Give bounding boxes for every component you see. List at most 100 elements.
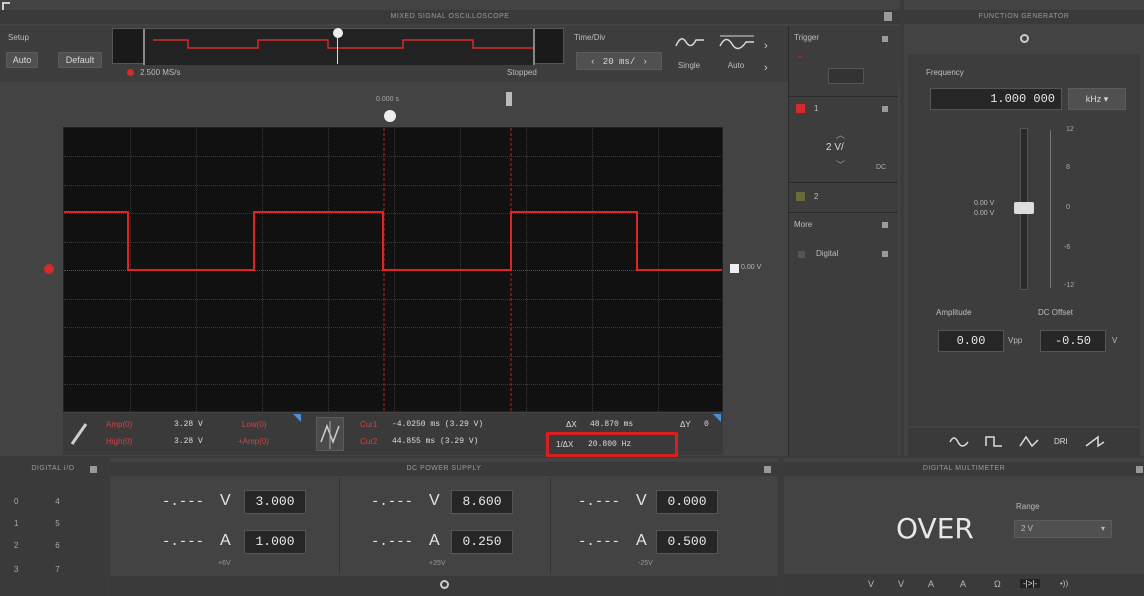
dmm-title: DIGITAL MULTIMETER (922, 465, 1006, 472)
channel1-enable[interactable] (796, 104, 805, 113)
level-slider-handle[interactable] (1014, 202, 1034, 214)
dri-button[interactable]: DRI (1054, 437, 1068, 446)
amplitude-input[interactable]: 0.00 (938, 330, 1004, 352)
current-setpoint[interactable]: 0.250 (451, 530, 513, 554)
channel1-scale[interactable]: 2 V/ (826, 142, 844, 153)
frequency-unit: kHz (1085, 94, 1102, 104)
ac-current-mode[interactable]: A (960, 579, 966, 589)
channel1-scale-down-icon[interactable]: ﹀ (836, 158, 845, 171)
scope-titlebar: MIXED SIGNAL OSCILLOSCOPE (0, 10, 900, 24)
cursor-mode-button[interactable] (316, 417, 344, 451)
trigger-source-field[interactable] (828, 68, 864, 84)
continuity-mode[interactable]: •)) (1060, 579, 1068, 588)
more-config-icon[interactable] (882, 222, 888, 228)
measure-corner-icon[interactable] (293, 414, 301, 422)
dc-channel-3: -.--- V 0.000 -.--- A 0.500 -25V (552, 478, 772, 574)
dio-pin[interactable]: 5 (55, 519, 59, 528)
trigger-position-marker[interactable] (384, 110, 396, 122)
auto-mode-button[interactable]: Auto (716, 32, 756, 76)
diode-mode[interactable]: -|>|- (1020, 579, 1041, 588)
overview-window-right[interactable] (533, 29, 535, 65)
dio-pin[interactable]: 2 (14, 541, 18, 550)
inv-dx-value: 20.800 Hz (588, 440, 632, 449)
dio-pin[interactable]: 7 (55, 565, 59, 574)
dio-pin[interactable]: 1 (14, 519, 18, 528)
mode-scroll-right-icon[interactable]: › (764, 40, 768, 52)
ramp-wave-button[interactable] (1084, 434, 1106, 450)
pin-icon[interactable] (884, 12, 892, 21)
cursor-2-marker[interactable] (506, 92, 512, 106)
edit-measurements-icon[interactable] (68, 418, 90, 448)
dio-pin[interactable]: 4 (55, 497, 59, 506)
digital-config-icon[interactable] (882, 251, 888, 257)
overview-trigger-marker-icon[interactable] (333, 28, 343, 38)
timediv-label: Time/Div (574, 33, 606, 42)
dc-power-panel: DC POWER SUPPLY -.--- V 3.000 -.--- A 1.… (110, 458, 778, 596)
dc-voltage-mode[interactable]: V (868, 579, 874, 589)
overview-window-left[interactable] (143, 29, 145, 65)
trigger-edge-icon[interactable]: ⌄ (796, 50, 804, 61)
square-wave-button[interactable] (984, 434, 1006, 450)
offset-input[interactable]: -0.50 (1040, 330, 1106, 352)
scope-title: MIXED SIGNAL OSCILLOSCOPE (390, 13, 510, 20)
dc-power-config-icon[interactable] (764, 466, 771, 473)
dio-pin[interactable]: 0 (14, 497, 18, 506)
dio-pin[interactable]: 3 (14, 565, 18, 574)
menu-corner-icon[interactable] (2, 2, 10, 10)
cursor-corner-icon[interactable] (713, 414, 721, 422)
dc-current-mode[interactable]: A (928, 579, 934, 589)
dio-row-2: 2 6 (14, 540, 74, 551)
current-setpoint[interactable]: 1.000 (244, 530, 306, 554)
triangle-wave-button[interactable] (1018, 434, 1040, 450)
current-reading: -.--- (371, 534, 414, 550)
timediv-increase-icon[interactable]: › (644, 56, 647, 66)
dio-row-1: 1 5 (14, 518, 74, 529)
trigger-config-icon[interactable] (882, 36, 888, 42)
frequency-input[interactable]: 1.000 000 (930, 88, 1062, 110)
current-setpoint[interactable]: 0.500 (656, 530, 718, 554)
channel1-offset-marker[interactable] (44, 264, 54, 274)
dc-power-toggle-icon[interactable] (440, 580, 449, 589)
timediv-decrease-icon[interactable]: ‹ (591, 56, 594, 66)
sine-wave-button[interactable] (948, 434, 970, 450)
auto-mode-label: Auto (727, 61, 745, 70)
channel1-trace (64, 128, 722, 411)
frequency-unit-select[interactable]: kHz ▾ (1068, 88, 1126, 110)
funcgen-titlebar: FUNCTION GENERATOR (904, 10, 1144, 24)
slider-tick-1: 8 (1066, 164, 1070, 171)
digital-enable[interactable] (798, 251, 805, 258)
ac-voltage-mode[interactable]: V (898, 579, 904, 589)
channel2-label: 2 (814, 192, 819, 201)
dio-pin[interactable]: 6 (55, 541, 59, 550)
range-select[interactable]: 2 V ▾ (1014, 520, 1112, 538)
mode-scroll-right-icon-2[interactable]: › (764, 62, 768, 74)
trigger-level-marker[interactable] (730, 264, 739, 273)
default-button[interactable]: Default (58, 52, 102, 68)
amp-label: Amp(0) (106, 420, 133, 429)
voltage-setpoint[interactable]: 8.600 (451, 490, 513, 514)
timediv-stepper[interactable]: ‹ 20 ms/ › (576, 52, 662, 70)
channel1-coupling[interactable]: DC (876, 164, 886, 171)
auto-button[interactable]: Auto (6, 52, 38, 68)
single-mode-button[interactable]: Single (672, 32, 706, 76)
channel2-enable[interactable] (796, 192, 805, 201)
dio-row-3: 3 7 (14, 564, 74, 575)
cur2-value: 44.855 ms (3.29 V) (392, 437, 479, 446)
record-dot-icon (127, 69, 134, 76)
funcgen-power-icon[interactable] (1020, 34, 1029, 43)
cursor-a-label: 0.000 s (376, 96, 399, 103)
voltage-setpoint[interactable]: 0.000 (656, 490, 718, 514)
dmm-config-icon[interactable] (1136, 466, 1143, 473)
resistance-mode[interactable]: Ω (994, 579, 1001, 589)
sample-rate: 2.500 MS/s (140, 68, 181, 77)
current-reading: -.--- (578, 534, 621, 550)
voltage-setpoint[interactable]: 3.000 (244, 490, 306, 514)
scope-screen[interactable] (63, 127, 723, 412)
digital-io-config-icon[interactable] (90, 466, 97, 473)
funcgen-title: FUNCTION GENERATOR (978, 13, 1070, 20)
triangle-icon (1019, 435, 1039, 448)
current-unit: A (220, 532, 231, 549)
channel1-scale-up-icon[interactable]: ︿ (836, 128, 845, 141)
channel1-config-icon[interactable] (882, 106, 888, 112)
high-label: High(0) (106, 437, 133, 446)
